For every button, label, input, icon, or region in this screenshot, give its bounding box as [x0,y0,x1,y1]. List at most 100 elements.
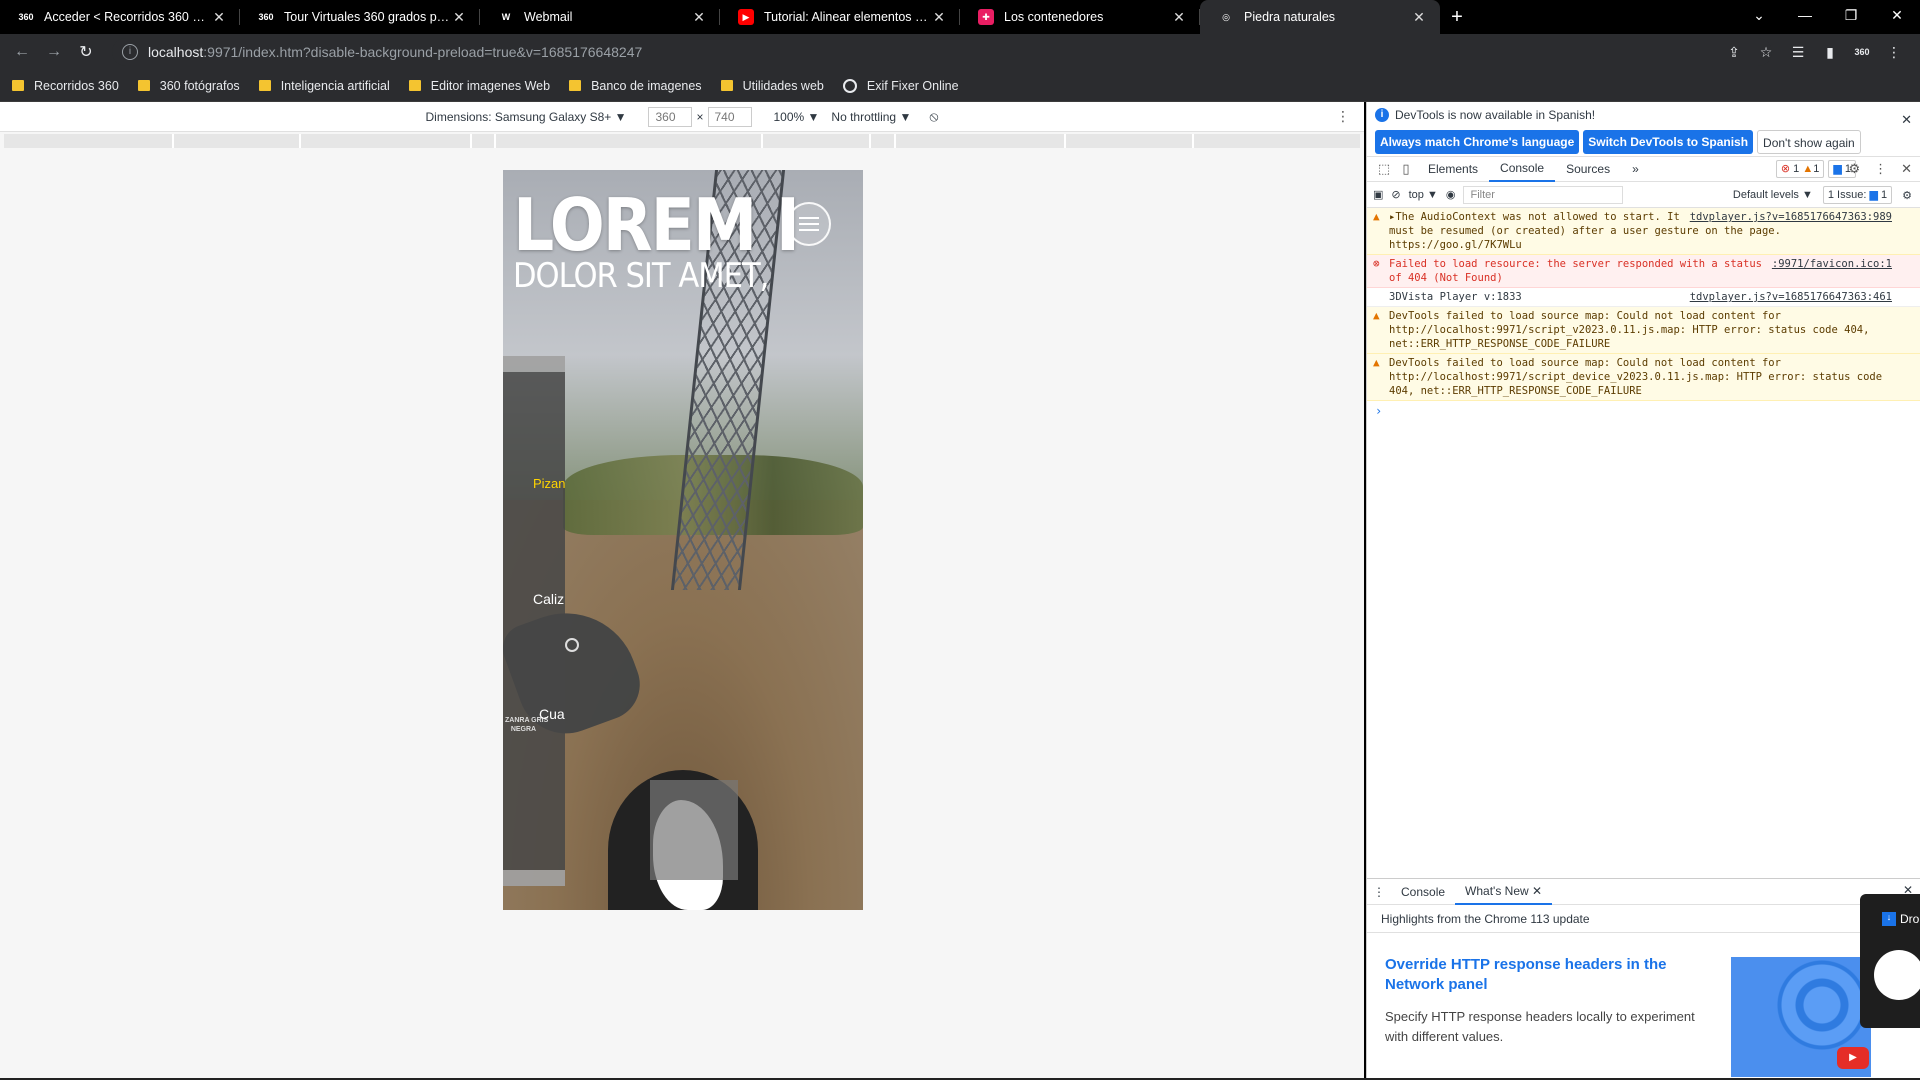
bookmark-star-icon[interactable]: ☆ [1750,44,1782,61]
page-title: LOREM I [513,183,800,267]
tab-sources[interactable]: Sources [1555,157,1621,181]
device-options-icon[interactable]: ⋮ [1336,108,1350,125]
site-info-icon[interactable]: i [122,44,138,60]
whats-new-card[interactable]: Override HTTP response headers in the Ne… [1367,933,1707,1047]
mobile-page-preview[interactable]: LOREM I DOLOR SIT AMET, Pizan ZANRA GRIS… [503,170,863,910]
message-source-link[interactable]: tdvplayer.js?v=1685176647363:461 [1690,290,1892,304]
bookmark-item[interactable]: Exif Fixer Online [842,78,959,93]
more-tabs-icon[interactable]: » [1621,157,1650,181]
message-text: 3DVista Player v:1833 [1389,291,1522,303]
reading-list-icon[interactable]: ☰ [1782,44,1814,61]
bookmark-item[interactable]: Recorridos 360 [12,79,119,93]
throttling-select[interactable]: No throttling ▼ [831,110,911,124]
console-message[interactable]: ▲ tdvplayer.js?v=1685176647363:989 ▸The Au… [1367,208,1920,255]
context-select[interactable]: top ▼ [1409,189,1438,201]
bookmark-item[interactable]: Utilidades web [720,78,824,93]
devtools-settings-icon[interactable]: ⚙ [1848,161,1860,177]
folder-icon [137,80,150,91]
side-menu-panel: Pizan ZANRA GRIS NEGRA Caliz Cua [503,356,565,886]
device-width-input[interactable]: 360 [648,106,693,127]
console-message[interactable]: tdvplayer.js?v=1685176647363:461 3DVista … [1367,288,1920,307]
tab-favicon-icon: ✚ [978,9,994,25]
extension-360-icon[interactable]: 360 [1846,47,1878,57]
rotate-icon[interactable]: ⦸ [929,108,938,125]
bookmark-label: 360 fotógrafos [159,78,240,93]
dont-show-again-button[interactable]: Don't show again [1757,130,1861,154]
hotspot-icon[interactable] [565,638,579,652]
message-source-link[interactable]: :9971/favicon.ico:1 [1772,257,1892,271]
browser-tab[interactable]: 360 Tour Virtuales 360 grados para in ✕ [240,0,480,34]
tab-elements[interactable]: Elements [1417,157,1489,181]
back-arrow-icon[interactable]: ← [6,43,38,61]
url-host: localhost [148,44,204,60]
side-menu-item-cuarcita[interactable]: Cua [539,706,565,722]
tab-close-icon[interactable]: ✕ [690,9,708,26]
close-notice-icon[interactable]: ✕ [1901,112,1912,128]
restore-button[interactable]: ❐ [1828,0,1874,34]
address-bar[interactable]: i localhost:9971/index.htm?disable-backg… [112,38,1772,66]
dropbox-widget[interactable]: ↓ Dro [1860,894,1920,1028]
tab-close-icon[interactable]: ✕ [450,9,468,26]
sidebar-toggle-icon[interactable]: ▣ [1373,188,1383,201]
device-select[interactable]: Dimensions: Samsung Galaxy S8+ ▼ [426,110,627,124]
browser-tab[interactable]: 360 Acceder < Recorridos 360 grados✕ [0,0,240,34]
zoom-select[interactable]: 100% ▼ [774,110,820,124]
switch-to-spanish-button[interactable]: Switch DevTools to Spanish [1583,130,1754,154]
inspect-element-icon[interactable]: ⬚ [1373,161,1395,177]
tab-console[interactable]: Console [1489,156,1556,182]
browser-tab[interactable]: ✚ Los contenedores ✕ [960,0,1200,34]
bookmark-label: Inteligencia artificial [280,78,390,93]
tab-close-icon[interactable]: ✕ [1170,9,1188,26]
message-source-link[interactable]: tdvplayer.js?v=1685176647363:989 [1690,210,1892,224]
close-tab-icon[interactable]: ✕ [1532,884,1542,898]
drawer-tab-whats-new-label: What's New [1465,883,1529,898]
console-message[interactable]: ▲ DevTools failed to load source map: Cou… [1367,307,1920,354]
close-devtools-icon[interactable]: ✕ [1901,161,1912,177]
bookmark-label: Utilidades web [742,78,824,93]
drawer-tab-whats-new[interactable]: What's New ✕ [1455,879,1553,905]
console-message[interactable]: ▲ DevTools failed to load source map: Cou… [1367,354,1920,401]
share-icon[interactable]: ⇪ [1718,44,1750,61]
console-settings-icon[interactable]: ⚙ [1902,189,1912,202]
tab-search-chevron-icon[interactable]: ⌄ [1736,0,1782,34]
console-filter-input[interactable]: Filter [1463,185,1624,204]
forward-arrow-icon[interactable]: → [38,43,70,61]
drawer-tab-console[interactable]: Console [1391,880,1455,904]
clear-console-icon[interactable]: ⊘ [1391,188,1400,201]
device-height-input[interactable]: 740 [707,106,752,127]
tab-close-icon[interactable]: ✕ [210,9,228,26]
warning-count[interactable]: 1 [1813,163,1819,175]
close-window-button[interactable]: ✕ [1874,0,1920,34]
side-panel-icon[interactable]: ▮ [1814,44,1846,61]
hamburger-menu-button[interactable] [787,202,831,246]
issues-label[interactable]: 1 Issue: [1828,189,1867,201]
bookmark-item[interactable]: Inteligencia artificial [258,78,390,93]
dropbox-badge-icon: ↓ [1882,912,1896,926]
error-count[interactable]: 1 [1793,163,1799,175]
bookmark-item[interactable]: Banco de imagenes [569,79,702,93]
youtube-play-icon[interactable]: ▶ [1837,1047,1869,1069]
side-menu-item-pizarra[interactable]: Pizan [533,476,565,491]
bookmark-item[interactable]: Editor imagenes Web [408,79,550,93]
side-menu-item-caliza[interactable]: Caliz [533,591,564,607]
device-toggle-icon[interactable]: ▯ [1395,161,1417,177]
browser-tab[interactable]: ▶ Tutorial: Alinear elementos del Si ✕ [720,0,960,34]
minimize-button[interactable]: — [1782,0,1828,34]
browser-tab[interactable]: W Webmail ✕ [480,0,720,34]
reload-icon[interactable]: ↻ [70,42,102,62]
log-levels-select[interactable]: Default levels ▼ [1733,189,1813,201]
new-tab-button[interactable]: + [1440,0,1474,34]
chrome-menu-icon[interactable]: ⋮ [1878,44,1910,61]
card-title[interactable]: Override HTTP response headers in the Ne… [1385,955,1707,995]
console-prompt[interactable]: › [1367,401,1920,418]
drawer-menu-icon[interactable]: ⋮ [1373,885,1385,899]
devtools-menu-icon[interactable]: ⋮ [1874,161,1887,177]
tab-close-icon[interactable]: ✕ [1410,9,1428,26]
tab-favicon-icon: ▶ [738,9,754,25]
browser-tab[interactable]: ◎ Piedra naturales ✕ [1200,0,1440,34]
always-match-language-button[interactable]: Always match Chrome's language [1375,130,1580,154]
tab-close-icon[interactable]: ✕ [930,9,948,26]
console-message[interactable]: ⊗:9971/favicon.ico:1 Failed to load resou… [1367,255,1920,288]
live-expression-eye-icon[interactable]: ◉ [1446,188,1456,201]
bookmark-item[interactable]: 360 fotógrafos [137,78,240,93]
